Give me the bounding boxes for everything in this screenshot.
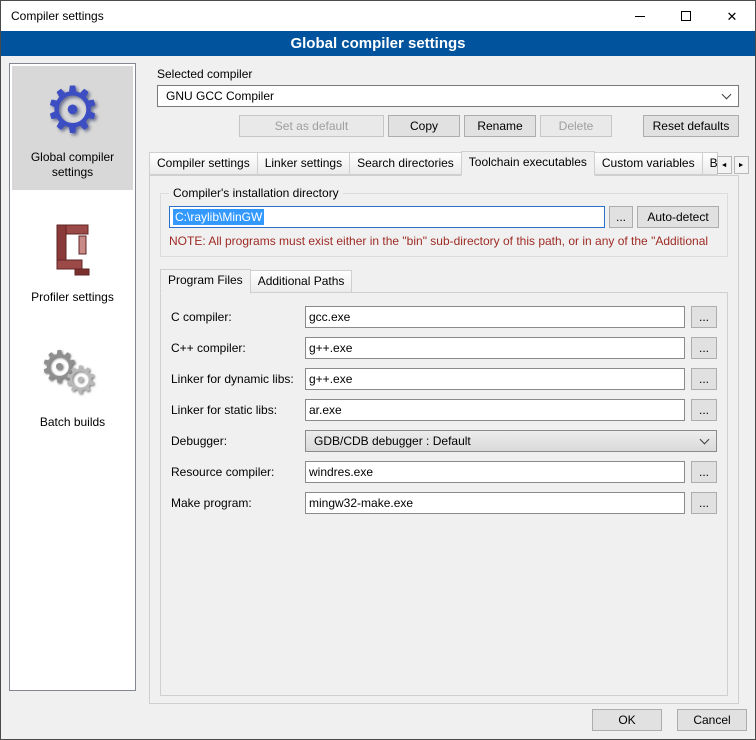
compiler-select[interactable]: GNU GCC Compiler (157, 85, 739, 107)
dialog-footer: OK Cancel (592, 709, 747, 731)
field-label: C++ compiler: (171, 341, 299, 355)
profiler-clamp-icon (50, 214, 96, 286)
chevron-down-icon (700, 434, 710, 444)
close-button[interactable]: ✕ (709, 1, 755, 31)
c-compiler-browse-button[interactable]: ... (691, 306, 717, 328)
copy-button[interactable]: Copy (388, 115, 460, 137)
tab-additional-paths[interactable]: Additional Paths (250, 270, 353, 293)
minimize-button[interactable] (617, 1, 663, 31)
cpp-compiler-input[interactable]: g++.exe (305, 337, 685, 359)
maximize-icon (681, 11, 691, 21)
c-compiler-input[interactable]: gcc.exe (305, 306, 685, 328)
dynamic-linker-input[interactable]: g++.exe (305, 368, 685, 390)
global-compiler-gear-icon: ⚙ (44, 74, 101, 146)
tab-compiler-settings[interactable]: Compiler settings (149, 152, 258, 175)
sidebar-item-label: Global compiler settings (14, 150, 131, 180)
tab-toolchain-executables[interactable]: Toolchain executables (461, 151, 595, 176)
installation-directory-legend: Compiler's installation directory (169, 186, 343, 200)
reset-defaults-button[interactable]: Reset defaults (643, 115, 739, 137)
installation-directory-browse-button[interactable]: ... (609, 206, 633, 228)
form-row-cpp-compiler: C++ compiler: g++.exe ... (171, 337, 717, 359)
field-label: Linker for static libs: (171, 403, 299, 417)
maximize-button[interactable] (663, 1, 709, 31)
window-title: Compiler settings (1, 9, 104, 23)
field-label: Make program: (171, 496, 299, 510)
make-program-input[interactable]: mingw32-make.exe (305, 492, 685, 514)
debugger-select-value: GDB/CDB debugger : Default (314, 434, 471, 448)
ok-button[interactable]: OK (592, 709, 662, 731)
dynamic-linker-browse-button[interactable]: ... (691, 368, 717, 390)
form-row-dynamic-linker: Linker for dynamic libs: g++.exe ... (171, 368, 717, 390)
arrow-left-icon: ◄ (721, 162, 728, 169)
static-linker-browse-button[interactable]: ... (691, 399, 717, 421)
program-files-page: C compiler: gcc.exe ... C++ compiler: g+… (160, 292, 728, 696)
sidebar-item-label: Profiler settings (31, 290, 114, 305)
installation-directory-row: C:\raylib\MinGW ... Auto-detect (169, 206, 719, 228)
set-as-default-button[interactable]: Set as default (239, 115, 384, 137)
caption-buttons: ✕ (617, 1, 755, 31)
sidebar-item-global-compiler-settings[interactable]: ⚙ Global compiler settings (12, 66, 133, 190)
auto-detect-button[interactable]: Auto-detect (637, 206, 719, 228)
form-row-debugger: Debugger: GDB/CDB debugger : Default (171, 430, 717, 452)
tab-scroll-buttons: ◄ ► (717, 156, 749, 175)
sidebar-item-batch-builds[interactable]: ⚙ ⚙ Batch builds (12, 331, 133, 440)
form-row-resource-compiler: Resource compiler: windres.exe ... (171, 461, 717, 483)
page-title: Global compiler settings (1, 31, 755, 56)
field-label: C compiler: (171, 310, 299, 324)
bin-subdirectory-note: NOTE: All programs must exist either in … (169, 234, 719, 248)
program-files-tabbar: Program Files Additional Paths (160, 269, 728, 293)
settings-tabbar: Compiler settings Linker settings Search… (149, 151, 739, 175)
compiler-settings-dialog: Compiler settings ✕ Global compiler sett… (0, 0, 756, 740)
minimize-icon (635, 16, 645, 17)
field-label: Linker for dynamic libs: (171, 372, 299, 386)
form-row-make-program: Make program: mingw32-make.exe ... (171, 492, 717, 514)
tab-search-directories[interactable]: Search directories (349, 152, 462, 175)
installation-directory-input[interactable]: C:\raylib\MinGW (169, 206, 605, 228)
debugger-select[interactable]: GDB/CDB debugger : Default (305, 430, 717, 452)
form-row-c-compiler: C compiler: gcc.exe ... (171, 306, 717, 328)
close-icon: ✕ (727, 10, 738, 23)
field-label: Resource compiler: (171, 465, 299, 479)
installation-directory-value: C:\raylib\MinGW (173, 209, 264, 225)
cpp-compiler-browse-button[interactable]: ... (691, 337, 717, 359)
sidebar-item-label: Batch builds (40, 415, 105, 430)
main-panel: Selected compiler GNU GCC Compiler Set a… (145, 63, 747, 704)
static-linker-input[interactable]: ar.exe (305, 399, 685, 421)
selected-compiler-label: Selected compiler (157, 67, 739, 81)
compiler-actions: Set as default Copy Rename Delete Reset … (157, 115, 739, 137)
title-bar: Compiler settings ✕ (1, 1, 755, 31)
tab-program-files[interactable]: Program Files (160, 269, 251, 294)
dialog-body: ⚙ Global compiler settings Profiler sett… (1, 56, 755, 711)
make-program-browse-button[interactable]: ... (691, 492, 717, 514)
arrow-right-icon: ► (738, 162, 745, 169)
resource-compiler-browse-button[interactable]: ... (691, 461, 717, 483)
form-row-static-linker: Linker for static libs: ar.exe ... (171, 399, 717, 421)
toolchain-executables-page: Compiler's installation directory C:\ray… (149, 175, 739, 704)
sidebar-item-profiler-settings[interactable]: Profiler settings (12, 206, 133, 315)
resource-compiler-input[interactable]: windres.exe (305, 461, 685, 483)
batch-builds-gears-icon: ⚙ ⚙ (40, 339, 106, 411)
delete-button[interactable]: Delete (540, 115, 612, 137)
settings-category-list: ⚙ Global compiler settings Profiler sett… (9, 63, 136, 691)
installation-directory-group: Compiler's installation directory C:\ray… (160, 186, 728, 257)
field-label: Debugger: (171, 434, 299, 448)
compiler-select-value: GNU GCC Compiler (166, 89, 274, 103)
cancel-button[interactable]: Cancel (677, 709, 747, 731)
tab-linker-settings[interactable]: Linker settings (257, 152, 350, 175)
chevron-down-icon (722, 89, 732, 99)
rename-button[interactable]: Rename (464, 115, 536, 137)
tab-scroll-right-button[interactable]: ► (734, 156, 749, 174)
tab-scroll-left-button[interactable]: ◄ (717, 156, 732, 174)
tab-build-options[interactable]: Build (702, 152, 718, 175)
tab-custom-variables[interactable]: Custom variables (594, 152, 703, 175)
